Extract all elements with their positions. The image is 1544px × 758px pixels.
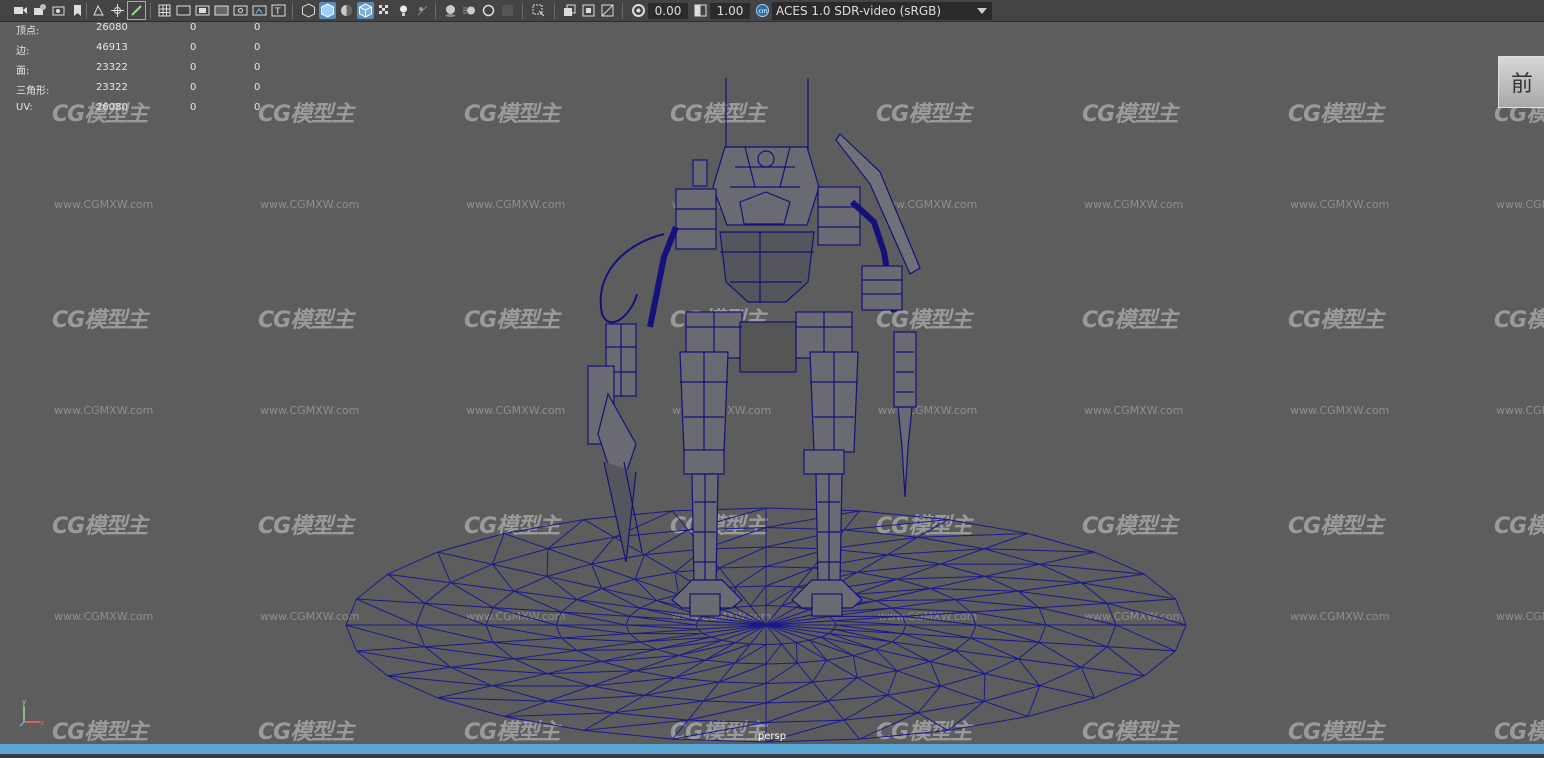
multisample-aa-icon[interactable] (480, 2, 497, 19)
default-material-icon[interactable] (338, 2, 355, 19)
perspective-viewport[interactable]: CG模型主 www.CGMXW.com CG模型主 www.CGMXW.com CG模型… (0, 22, 1544, 744)
hud-extra: 0 (254, 82, 261, 93)
bookmarks-icon[interactable] (50, 2, 67, 19)
camera-attributes-icon[interactable] (31, 2, 48, 19)
axis-indicator-icon: y x (19, 698, 44, 727)
hud-label: UV: (16, 102, 33, 113)
view-cube[interactable]: 前 (1498, 56, 1544, 108)
viewport-toolbar: T 0.00 1.00 cm ACES 1.0 SDR-video (sRGB) (0, 0, 1544, 22)
hud-sel: 0 (190, 42, 197, 53)
gamma-icon[interactable] (692, 2, 709, 19)
hud-row: 三角形: 23322 0 0 (0, 82, 280, 98)
ground-plane-edges (345, 507, 1187, 743)
film-gate-icon[interactable] (175, 2, 192, 19)
svg-text:y: y (22, 698, 26, 706)
hud-extra: 0 (254, 62, 261, 73)
screen-space-ao-icon[interactable] (442, 2, 459, 19)
hud-sel: 0 (190, 22, 197, 33)
isolate-select-icon[interactable] (530, 2, 547, 19)
hud-label: 边: (16, 46, 30, 57)
gate-mask-icon[interactable] (213, 2, 230, 19)
view-transform-label: ACES 1.0 SDR-video (sRGB) (776, 4, 942, 18)
view-cube-face-label: 前 (1510, 72, 1533, 97)
exposure-field[interactable]: 0.00 (648, 3, 688, 19)
hud-value: 23322 (96, 62, 128, 73)
hud-extra: 0 (254, 22, 261, 33)
hud-row: 边: 46913 0 0 (0, 42, 280, 58)
hud-sel: 0 (190, 62, 197, 73)
hud-label: 顶点: (16, 26, 40, 37)
gamma-field[interactable]: 1.00 (710, 3, 750, 19)
resolution-gate-icon[interactable] (194, 2, 211, 19)
hud-sel: 0 (190, 82, 197, 93)
smooth-shade-icon[interactable] (319, 2, 336, 19)
xray-active-components-icon[interactable] (561, 2, 578, 19)
2d-pan-zoom-icon[interactable] (109, 2, 126, 19)
color-management-icon[interactable]: cm (754, 2, 771, 19)
view-transform-dropdown[interactable]: ACES 1.0 SDR-video (sRGB) (772, 2, 992, 20)
grid-icon[interactable] (156, 2, 173, 19)
hud-row: 面: 23322 0 0 (0, 62, 280, 78)
exposure-icon[interactable] (630, 2, 647, 19)
hud-value: 23322 (96, 82, 128, 93)
hud-row: UV: 26080 0 0 (0, 102, 280, 118)
safe-action-icon[interactable] (251, 2, 268, 19)
grease-pencil-icon[interactable] (127, 1, 146, 20)
hud-value: 26080 (96, 102, 128, 113)
hud-value: 46913 (96, 42, 128, 53)
field-chart-icon[interactable] (232, 2, 249, 19)
svg-text:T: T (274, 7, 281, 17)
hud-value: 26080 (96, 22, 128, 33)
bookmark-icon[interactable] (69, 2, 86, 19)
camera-name-label: persp (757, 731, 787, 742)
scene-wireframe (345, 78, 1187, 743)
shadows-icon[interactable] (414, 2, 431, 19)
hud-extra: 0 (254, 42, 261, 53)
select-camera-icon[interactable] (12, 2, 29, 19)
hud-sel: 0 (190, 102, 197, 113)
image-plane-icon[interactable] (90, 2, 107, 19)
xray-joints-icon[interactable] (580, 2, 597, 19)
hud-extra: 0 (254, 102, 261, 113)
svg-text:cm: cm (759, 8, 768, 15)
depth-of-field-icon[interactable] (499, 2, 516, 19)
chevron-down-icon (977, 8, 987, 14)
hud-label: 面: (16, 66, 30, 77)
xray-icon[interactable] (376, 2, 393, 19)
ground-plane-wireframe (345, 507, 1187, 743)
lighting-icon[interactable] (395, 2, 412, 19)
wireframe-icon[interactable] (300, 2, 317, 19)
backface-culling-icon[interactable] (599, 2, 616, 19)
hud-label: 三角形: (16, 86, 50, 97)
hud-row: 顶点: 26080 0 0 (0, 22, 280, 38)
safe-title-icon[interactable]: T (270, 2, 287, 19)
viewport-bottom-bar (0, 744, 1544, 758)
motion-blur-icon[interactable] (461, 2, 478, 19)
wireframe-on-shaded-icon[interactable] (357, 2, 374, 19)
svg-text:x: x (40, 719, 44, 727)
